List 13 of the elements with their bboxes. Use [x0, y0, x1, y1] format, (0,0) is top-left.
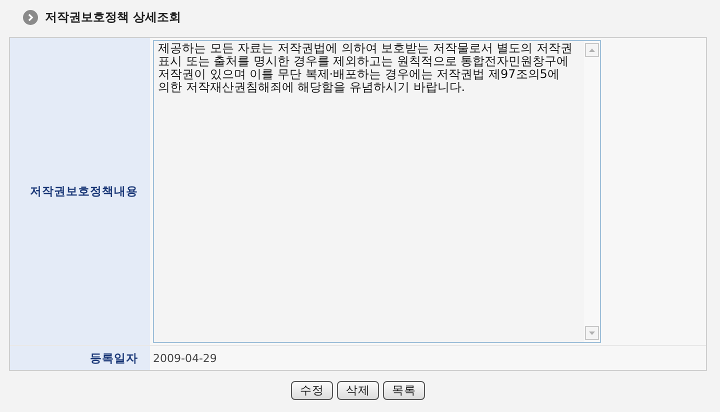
field-label: 등록일자	[10, 346, 150, 370]
date-value: 2009-04-29	[153, 352, 217, 364]
content-field[interactable]: 제공하는 모든 자료는 저작권법에 의하여 보호받는 저작물로서 별도의 저작권 표시 또는 출처를 명시한 경우를 제외하고는 원칙적으로 통합전자민원창구에 저작권이 있으며 이를 무단 복제·배포하는 경우에는 저작권법 제97조의5에 의한 저작재산권침해죄에 해당함을 유념하시기 바랍니다.	[153, 40, 601, 343]
action-button[interactable]: 삭제	[337, 381, 379, 400]
scrollbar[interactable]	[584, 41, 600, 342]
scroll-up-icon[interactable]	[585, 43, 599, 57]
page-title: 저작권보호정책 상세조회	[45, 8, 182, 26]
scroll-down-icon[interactable]	[585, 326, 599, 340]
action-button[interactable]: 목록	[383, 381, 425, 400]
content-text: 제공하는 모든 자료는 저작권법에 의하여 보호받는 저작물로서 별도의 저작권 표시 또는 출처를 명시한 경우를 제외하고는 원칙적으로 통합전자민원창구에 저작권이 있으며 이를 무단 복제·배포하는 경우에는 저작권법 제97조의5에 의한 저작재산권침해죄에 해당함을 유념하시기 바랍니다.	[157, 41, 574, 96]
field-label: 저작권보호정책내용	[10, 38, 150, 345]
action-button[interactable]: 수정	[291, 381, 333, 400]
arrow-bullet-icon	[23, 10, 38, 24]
